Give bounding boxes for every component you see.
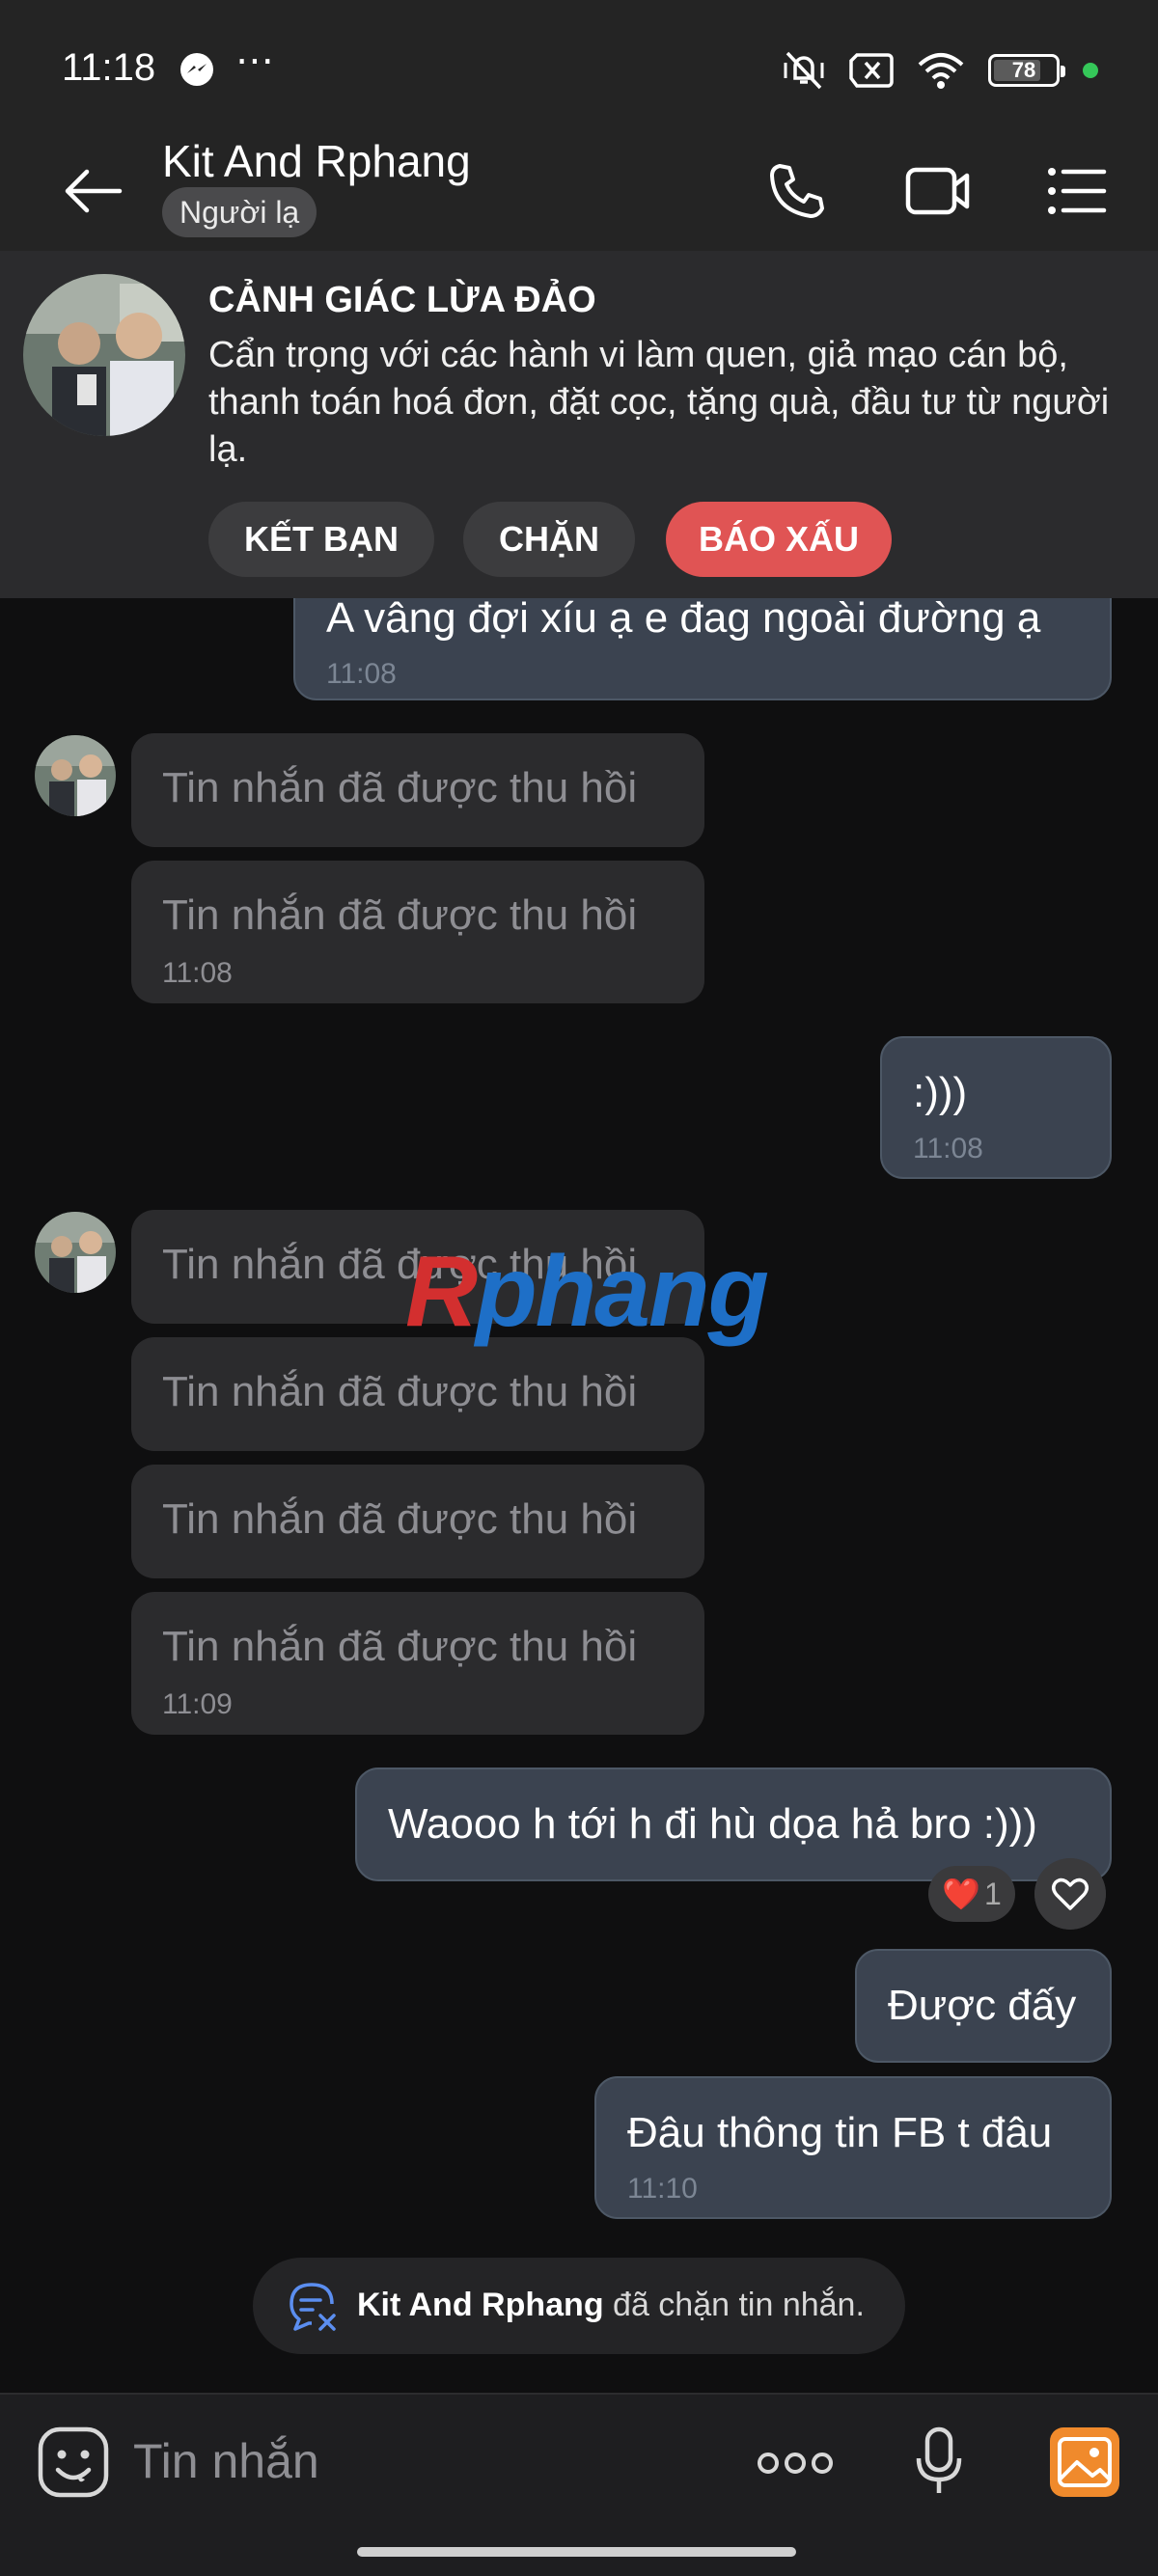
add-friend-button[interactable]: KẾT BẠN	[208, 502, 434, 577]
message-text: Tin nhắn đã được thu hồi	[162, 1368, 638, 1415]
message-outgoing[interactable]: Waooo h tới h đi hù dọa hả bro :)))	[355, 1768, 1112, 1881]
mute-vibrate-icon	[784, 51, 824, 90]
no-sim-icon	[849, 53, 894, 88]
message-recalled[interactable]: Tin nhắn đã được thu hồi	[131, 733, 704, 847]
message-text: Đâu thông tin FB t đâu	[627, 2109, 1053, 2156]
message-time: 11:08	[913, 1133, 983, 1165]
message-outgoing[interactable]: :))) 11:08	[880, 1036, 1112, 1179]
warning-text: Cẩn trọng với các hành vi làm quen, giả …	[208, 335, 1110, 470]
more-icon[interactable]	[757, 2449, 834, 2478]
battery-level: 78	[1011, 58, 1036, 82]
message-text: Tin nhắn đã được thu hồi	[162, 891, 638, 939]
warning-title: CẢNH GIÁC LỪA ĐẢO	[208, 280, 596, 320]
system-note-message: đã chặn tin nhắn.	[603, 2287, 865, 2323]
image-icon[interactable]	[1048, 2425, 1121, 2499]
messenger-icon	[180, 53, 213, 86]
watermark-part1: R	[405, 1236, 478, 1348]
avatar-photo	[35, 735, 116, 816]
message-recalled[interactable]: Tin nhắn đã được thu hồi 11:08	[131, 861, 704, 1003]
blocked-message-icon	[290, 2283, 336, 2331]
system-note-name: Kit And Rphang	[357, 2287, 604, 2323]
message-text: Tin nhắn đã được thu hồi	[162, 1495, 638, 1543]
avatar-photo	[23, 274, 185, 436]
scam-warning-panel: CẢNH GIÁC LỪA ĐẢO Cẩn trọng với các hành…	[0, 251, 1158, 598]
message-text: Tin nhắn đã được thu hồi	[162, 1623, 638, 1670]
back-arrow-icon[interactable]	[60, 156, 129, 226]
system-note-text: Kit And Rphang đã chặn tin nhắn.	[357, 2287, 865, 2324]
message-outgoing[interactable]: Được đấy	[855, 1949, 1112, 2063]
heart-icon[interactable]	[1034, 1858, 1106, 1930]
wifi-icon	[918, 53, 964, 89]
blocked-system-note: Kit And Rphang đã chặn tin nhắn.	[253, 2258, 905, 2354]
emoji-icon[interactable]	[37, 2425, 110, 2499]
message-time: 11:09	[162, 1688, 233, 1720]
message-time: 11:08	[162, 957, 233, 989]
mic-icon[interactable]	[915, 2425, 963, 2499]
home-indicator[interactable]	[357, 2547, 796, 2557]
report-button[interactable]: BÁO XẤU	[666, 502, 892, 577]
status-overflow-icon: ⋯	[235, 40, 276, 82]
message-recalled[interactable]: Tin nhắn đã được thu hồi 11:09	[131, 1592, 704, 1735]
status-bar: 11:18 ⋯ 78	[0, 0, 1158, 135]
contact-name[interactable]: Kit And Rphang	[162, 135, 471, 187]
message-recalled[interactable]: Tin nhắn đã được thu hồi	[131, 1465, 704, 1578]
stranger-badge: Người lạ	[162, 187, 317, 237]
contact-avatar-large[interactable]	[23, 274, 185, 436]
menu-list-icon[interactable]	[1042, 156, 1112, 226]
block-button[interactable]: CHẶN	[463, 502, 635, 577]
message-outgoing[interactable]: Đâu thông tin FB t đâu 11:10	[594, 2076, 1112, 2219]
privacy-dot	[1083, 63, 1098, 78]
status-icons: 78	[782, 46, 1098, 95]
contact-avatar[interactable]	[35, 735, 116, 816]
message-reaction[interactable]: ❤️ 1	[928, 1866, 1015, 1922]
contact-avatar[interactable]	[35, 1212, 116, 1293]
message-recalled[interactable]: Tin nhắn đã được thu hồi	[131, 1337, 704, 1451]
chat-header: Kit And Rphang Người lạ	[0, 135, 1158, 251]
message-text: :)))	[913, 1069, 968, 1116]
reaction-count: 1	[984, 1876, 1002, 1911]
message-text: A vâng đợi xíu ạ e đag ngoài đường ạ	[326, 594, 1041, 642]
message-text: Tin nhắn đã được thu hồi	[162, 764, 638, 811]
watermark-logo: Rphang	[405, 1235, 769, 1350]
message-time: 11:08	[326, 658, 397, 690]
reaction-emoji: ❤️	[942, 1877, 981, 1911]
status-time: 11:18	[62, 46, 156, 89]
chat-screen: 11:18 ⋯ 78 Kit And Rphang Người lạ A vân…	[0, 0, 1158, 2576]
message-input[interactable]: Tin nhắn	[133, 2433, 319, 2489]
message-text: Được đấy	[888, 1982, 1077, 2029]
message-time: 11:10	[627, 2173, 698, 2205]
video-call-icon[interactable]	[903, 156, 973, 226]
battery-indicator: 78	[988, 54, 1065, 87]
phone-icon[interactable]	[762, 156, 832, 226]
message-text: Waooo h tới h đi hù dọa hả bro :)))	[388, 1800, 1037, 1848]
avatar-photo	[35, 1212, 116, 1293]
watermark-part2: phang	[476, 1236, 769, 1348]
